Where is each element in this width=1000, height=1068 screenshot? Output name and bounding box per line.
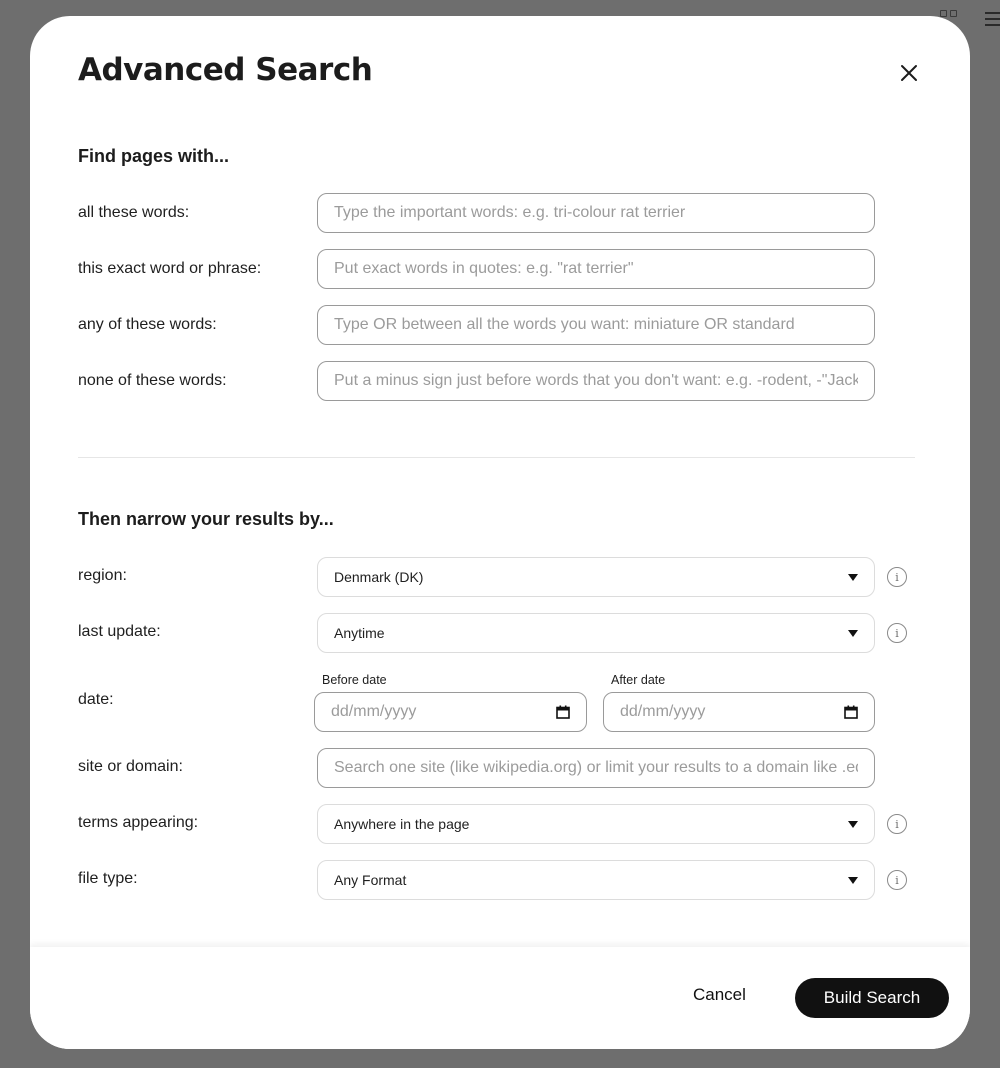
calendar-icon[interactable] xyxy=(844,705,858,719)
none-words-input[interactable] xyxy=(317,361,875,401)
any-words-input[interactable] xyxy=(317,305,875,345)
modal-title: Advanced Search xyxy=(78,52,373,88)
before-date-placeholder: dd/mm/yyyy xyxy=(331,703,417,720)
section-divider xyxy=(78,457,915,458)
all-words-input[interactable] xyxy=(317,193,875,233)
menu-icon[interactable] xyxy=(985,12,1000,30)
terms-info-icon[interactable]: i xyxy=(887,814,907,834)
after-date-input[interactable]: dd/mm/yyyy xyxy=(603,692,875,732)
last-update-label: last update: xyxy=(78,623,161,640)
before-date-input[interactable]: dd/mm/yyyy xyxy=(314,692,587,732)
caret-down-icon xyxy=(848,820,858,828)
all-words-label: all these words: xyxy=(78,204,190,221)
region-value: Denmark (DK) xyxy=(334,569,424,585)
last-update-select[interactable]: Anytime xyxy=(317,613,875,653)
advanced-search-modal: Advanced Search Find pages with... all t… xyxy=(30,16,970,1049)
exact-phrase-input[interactable] xyxy=(317,249,875,289)
before-date-caption: Before date xyxy=(322,673,387,687)
terms-label: terms appearing: xyxy=(78,814,199,831)
terms-value: Anywhere in the page xyxy=(334,816,470,832)
caret-down-icon xyxy=(848,573,858,581)
close-icon[interactable] xyxy=(896,60,922,86)
file-type-info-icon[interactable]: i xyxy=(887,870,907,890)
build-search-button[interactable]: Build Search xyxy=(795,978,949,1018)
last-update-value: Anytime xyxy=(334,625,385,641)
narrow-section-title: Then narrow your results by... xyxy=(78,509,334,529)
terms-select[interactable]: Anywhere in the page xyxy=(317,804,875,844)
file-type-label: file type: xyxy=(78,870,138,887)
caret-down-icon xyxy=(848,876,858,884)
last-update-info-icon[interactable]: i xyxy=(887,623,907,643)
region-select[interactable]: Denmark (DK) xyxy=(317,557,875,597)
caret-down-icon xyxy=(848,629,858,637)
exact-phrase-label: this exact word or phrase: xyxy=(78,260,262,277)
site-label: site or domain: xyxy=(78,758,183,775)
file-type-value: Any Format xyxy=(334,872,407,888)
region-info-icon[interactable]: i xyxy=(887,567,907,587)
site-input[interactable] xyxy=(317,748,875,788)
none-words-label: none of these words: xyxy=(78,372,227,389)
calendar-icon[interactable] xyxy=(556,705,570,719)
file-type-select[interactable]: Any Format xyxy=(317,860,875,900)
region-label: region: xyxy=(78,567,127,584)
find-section-title: Find pages with... xyxy=(78,146,230,166)
after-date-caption: After date xyxy=(611,673,666,687)
after-date-placeholder: dd/mm/yyyy xyxy=(620,703,706,720)
date-label: date: xyxy=(78,691,114,708)
any-words-label: any of these words: xyxy=(78,316,217,333)
cancel-button[interactable]: Cancel xyxy=(693,985,746,1005)
